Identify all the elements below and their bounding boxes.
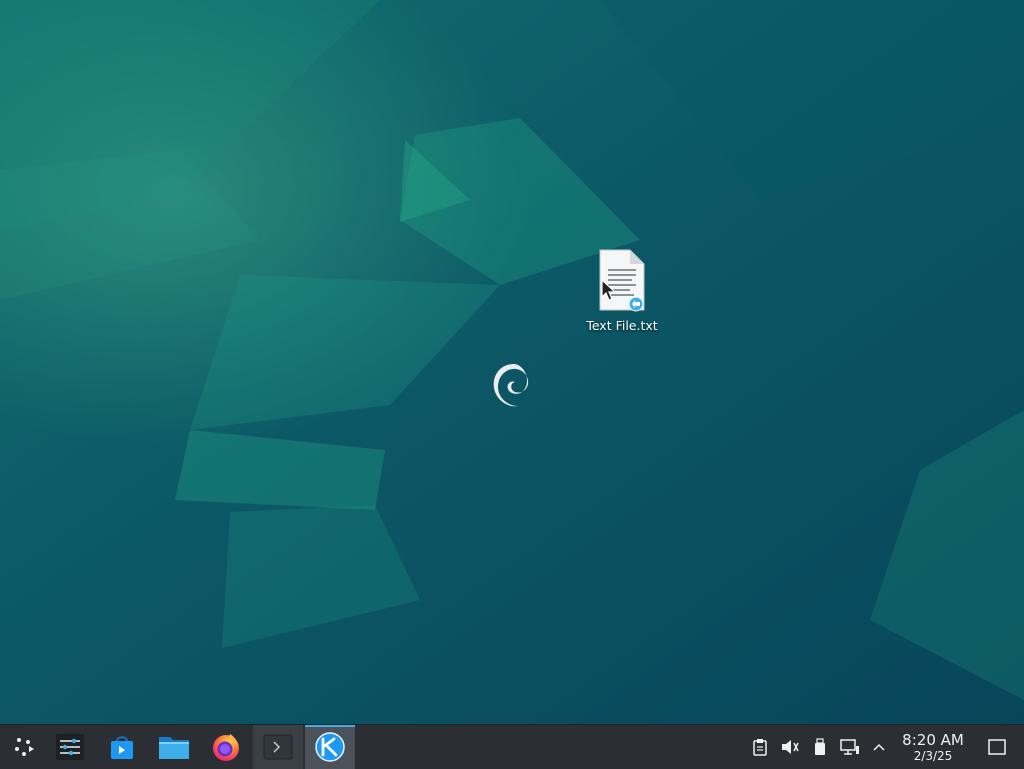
app-launcher-button[interactable]: [0, 725, 50, 769]
terminal-icon: [263, 734, 293, 760]
desktop-file-text-file[interactable]: Text File.txt: [578, 248, 666, 338]
system-settings-icon: [56, 734, 84, 760]
digital-clock[interactable]: 8:20 AM 2/3/25: [896, 731, 970, 764]
network-tray[interactable]: [840, 737, 860, 757]
discover-launcher[interactable]: [97, 725, 147, 769]
clipboard-tray[interactable]: [750, 737, 770, 757]
system-settings-launcher[interactable]: [45, 725, 95, 769]
discover-store-icon: [111, 736, 133, 759]
usb-device-icon: [815, 738, 825, 755]
clipboard-icon: [753, 739, 767, 756]
volume-tray[interactable]: [780, 737, 800, 757]
chevron-up-icon: [873, 743, 885, 751]
network-icon: [840, 739, 859, 755]
desktop-file-label: Text File.txt: [586, 318, 658, 333]
task-kde-app[interactable]: [305, 725, 355, 769]
kde-app-icon: [315, 732, 345, 762]
firefox-launcher[interactable]: [201, 725, 251, 769]
show-desktop-icon: [988, 739, 1006, 755]
clock-date: 2/3/25: [913, 749, 953, 763]
taskbar: 8:20 AM 2/3/25: [0, 724, 1024, 769]
volume-muted-icon: [782, 740, 799, 754]
app-launcher-icon: [15, 738, 34, 756]
show-desktop-button[interactable]: [986, 737, 1008, 757]
file-manager-icon: [159, 737, 189, 759]
file-manager-launcher[interactable]: [149, 725, 199, 769]
desktop[interactable]: Text File.txt: [0, 0, 1024, 724]
text-file-icon: [599, 249, 645, 312]
tray-expander[interactable]: [869, 737, 889, 757]
firefox-icon: [213, 734, 239, 761]
clock-time: 8:20 AM: [902, 731, 964, 749]
debian-swirl-icon: [488, 356, 536, 418]
usb-device-tray[interactable]: [810, 737, 830, 757]
task-terminal[interactable]: [253, 725, 303, 769]
